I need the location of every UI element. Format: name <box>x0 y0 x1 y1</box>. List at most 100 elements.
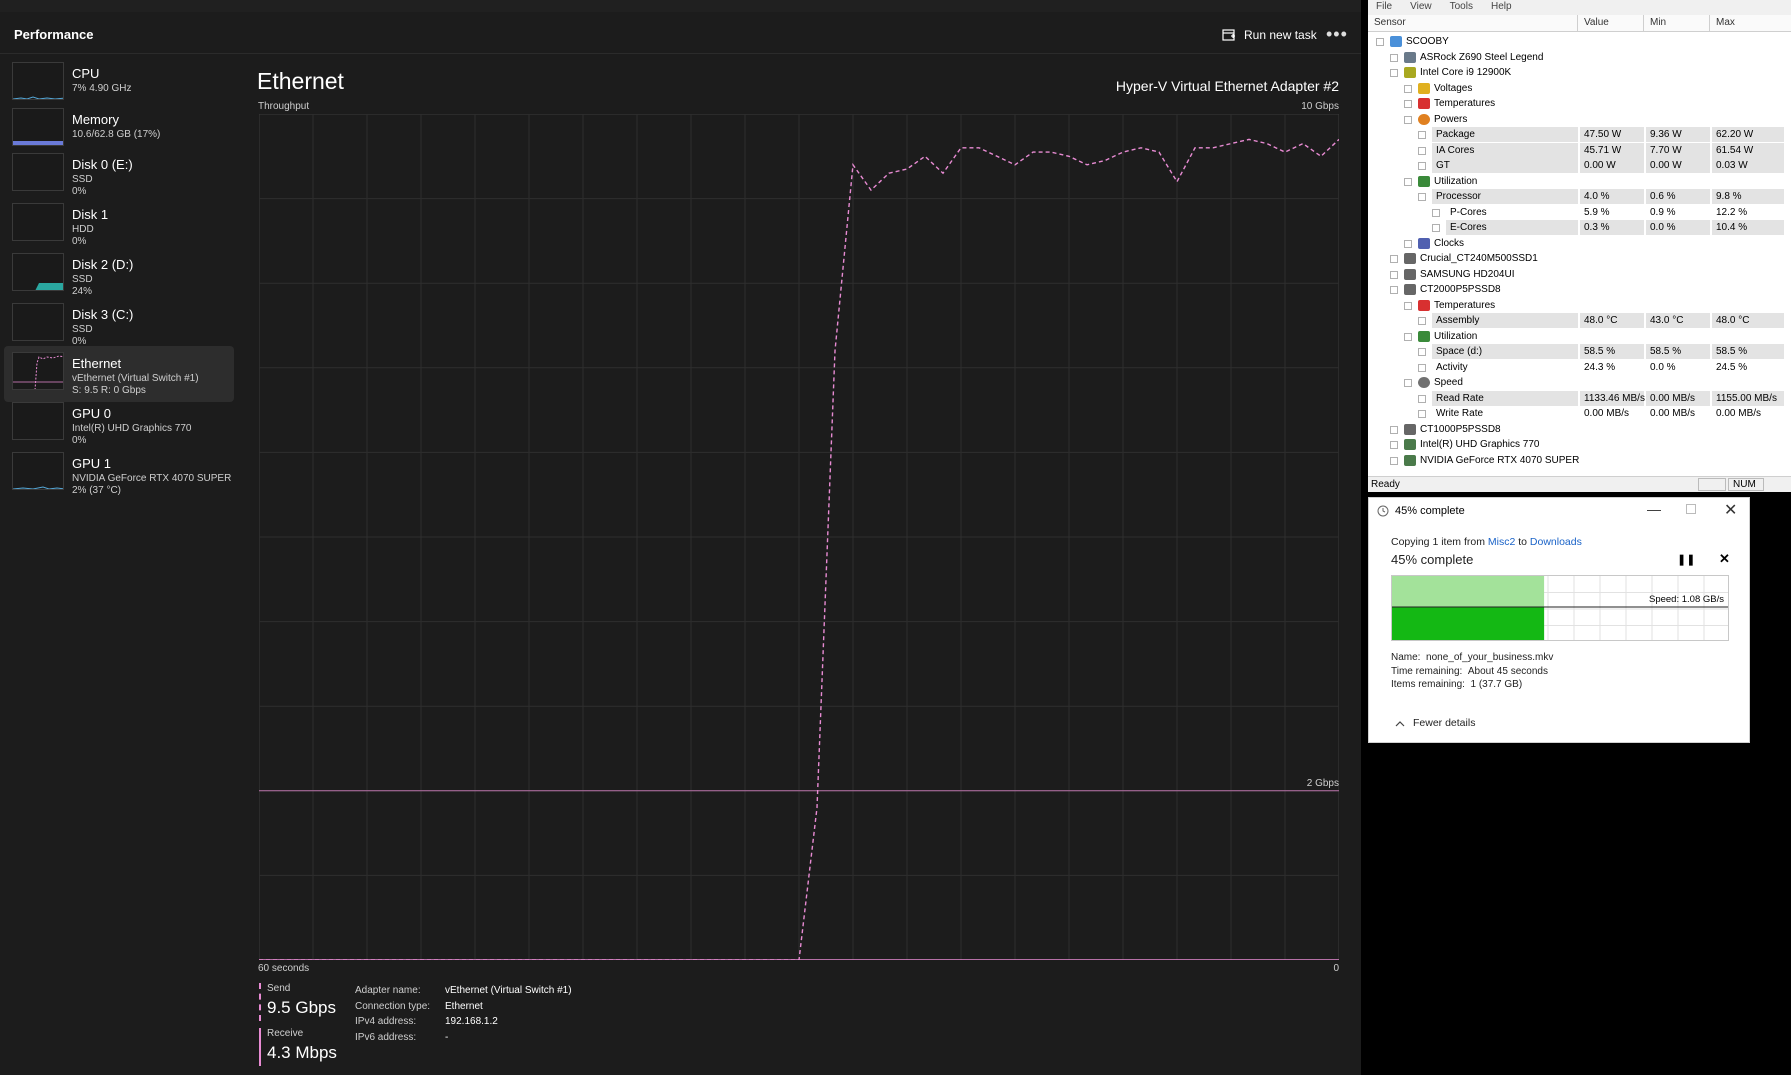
tree-expander[interactable] <box>1404 177 1412 186</box>
sensor-row[interactable]: Utilization <box>1368 329 1791 345</box>
fewer-details-button[interactable]: Fewer details <box>1395 717 1475 729</box>
sensor-v: 24.3 % <box>1584 361 1616 373</box>
close-button[interactable]: ✕ <box>1724 500 1737 520</box>
menu-tools[interactable]: Tools <box>1450 0 1473 15</box>
tree-expander[interactable] <box>1390 69 1398 77</box>
sidebar-item-disk-2-d[interactable]: Disk 2 (D:) SSD 24% <box>4 247 234 303</box>
run-new-task-button[interactable]: Run new task <box>1222 25 1317 45</box>
tree-expander[interactable] <box>1404 332 1412 341</box>
tree-expander[interactable] <box>1404 379 1412 387</box>
sensor-row[interactable]: CT2000P5PSSD8 <box>1368 282 1791 298</box>
tree-expander[interactable] <box>1418 162 1426 170</box>
sensor-row[interactable]: Write Rate 0.00 MB/s 0.00 MB/s 0.00 MB/s <box>1368 406 1791 422</box>
sidebar-item-detail: SSD <box>72 174 93 185</box>
copy-speed-graph: Speed: 1.08 GB/s <box>1391 575 1729 641</box>
sensor-max: 0.03 W <box>1712 158 1784 173</box>
sensor-row[interactable]: Assembly 48.0 °C 43.0 °C 48.0 °C <box>1368 313 1791 329</box>
sensor-row[interactable]: Speed <box>1368 375 1791 391</box>
tree-expander[interactable] <box>1432 208 1440 217</box>
sensor-label: P-Cores <box>1450 206 1487 218</box>
column-max[interactable]: Max <box>1710 15 1791 31</box>
tree-expander[interactable] <box>1390 255 1398 263</box>
sensor-min: 0.00 MB/s <box>1650 408 1696 419</box>
menu-help[interactable]: Help <box>1491 0 1512 15</box>
sensor-row[interactable]: SAMSUNG HD204UI <box>1368 267 1791 283</box>
tree-expander[interactable] <box>1418 317 1426 325</box>
more-options-button[interactable]: ••• <box>1326 24 1348 45</box>
tree-expander[interactable] <box>1418 410 1426 418</box>
column-sensor[interactable]: Sensor <box>1368 15 1578 31</box>
cancel-button[interactable]: ✕ <box>1719 551 1730 567</box>
sensor-row[interactable]: Intel Core i9 12900K <box>1368 65 1791 81</box>
sensor-row[interactable]: GT 0.00 W 0.00 W 0.03 W <box>1368 158 1791 174</box>
tree-expander[interactable] <box>1390 425 1398 434</box>
tree-expander[interactable] <box>1376 38 1384 46</box>
copy-speed-text: Speed: 1.08 GB/s <box>1649 594 1724 605</box>
sidebar-item-ethernet[interactable]: Ethernet vEthernet (Virtual Switch #1) S: … <box>4 346 234 402</box>
sensor-min: 0.6 % <box>1646 189 1710 204</box>
tree-expander[interactable] <box>1390 456 1398 465</box>
sensor-row[interactable]: Voltages <box>1368 81 1791 97</box>
sidebar-item-disk-3-c[interactable]: Disk 3 (C:) SSD 0% <box>4 297 234 353</box>
minimize-button[interactable]: — <box>1647 501 1661 517</box>
sensor-row[interactable]: Processor 4.0 % 0.6 % 9.8 % <box>1368 189 1791 205</box>
sensor-row[interactable]: Utilization <box>1368 174 1791 190</box>
tree-expander[interactable] <box>1418 146 1426 155</box>
sensor-row[interactable]: Intel(R) UHD Graphics 770 <box>1368 437 1791 453</box>
tree-expander[interactable] <box>1390 441 1398 449</box>
sidebar-item-value: 2% (37 °C) <box>72 485 122 496</box>
menu-file[interactable]: File <box>1376 0 1392 15</box>
sensor-row[interactable]: Read Rate 1133.46 MB/s 0.00 MB/s 1155.00 MB… <box>1368 390 1791 407</box>
tree-expander[interactable] <box>1418 348 1426 356</box>
sidebar-item-disk-0-e[interactable]: Disk 0 (E:) SSD 0% <box>4 147 234 203</box>
tree-expander[interactable] <box>1404 301 1412 310</box>
tree-expander[interactable] <box>1390 270 1398 279</box>
tree-expander[interactable] <box>1404 84 1412 93</box>
sensor-row[interactable]: ASRock Z690 Steel Legend <box>1368 50 1791 66</box>
sidebar-item-detail: 7% 4.90 GHz <box>72 83 132 94</box>
clock-icon <box>1418 237 1430 249</box>
menu-view[interactable]: View <box>1410 0 1432 15</box>
file-name-value: none_of_your_business.mkv <box>1426 652 1554 663</box>
tree-expander[interactable] <box>1418 131 1426 139</box>
tree-expander[interactable] <box>1418 363 1426 372</box>
chevron-up-icon <box>1395 720 1405 726</box>
tree-expander[interactable] <box>1404 115 1412 124</box>
sensor-row[interactable]: CT1000P5PSSD8 <box>1368 422 1791 438</box>
maximize-button[interactable] <box>1686 504 1696 514</box>
drive-icon <box>1404 423 1416 435</box>
sidebar-item-value: 0% <box>72 186 87 197</box>
sensor-row[interactable]: Clocks <box>1368 236 1791 252</box>
sensor-row[interactable]: Space (d:) 58.5 % 58.5 % 58.5 % <box>1368 344 1791 360</box>
destination-folder-link[interactable]: Downloads <box>1530 536 1582 548</box>
pause-button[interactable]: ❚❚ <box>1677 553 1695 566</box>
tree-expander[interactable] <box>1390 286 1398 294</box>
sensor-row[interactable]: Activity 24.3 % 0.0 % 24.5 % <box>1368 360 1791 376</box>
tree-expander[interactable] <box>1404 100 1412 108</box>
source-folder-link[interactable]: Misc2 <box>1488 536 1515 548</box>
detail-key: Adapter name: <box>355 985 421 996</box>
sensor-row[interactable]: Powers <box>1368 112 1791 128</box>
sensor-row[interactable]: Crucial_CT240M500SSD1 <box>1368 251 1791 267</box>
sidebar-item-gpu-0[interactable]: GPU 0 Intel(R) UHD Graphics 770 0% <box>4 396 234 452</box>
sensor-row[interactable]: Temperatures <box>1368 298 1791 314</box>
sensor-row[interactable]: E-Cores 0.3 % 0.0 % 10.4 % <box>1368 220 1791 236</box>
sidebar-item-gpu-1[interactable]: GPU 1 NVIDIA GeForce RTX 4070 SUPER 2% (37… <box>4 446 234 502</box>
sensor-row[interactable]: Temperatures <box>1368 96 1791 112</box>
sensor-row[interactable]: NVIDIA GeForce RTX 4070 SUPER <box>1368 453 1791 469</box>
sensor-row[interactable]: P-Cores 5.9 % 0.9 % 12.2 % <box>1368 205 1791 221</box>
fewer-details-label: Fewer details <box>1413 717 1476 729</box>
sensor-row[interactable]: Package 47.50 W 9.36 W 62.20 W <box>1368 127 1791 143</box>
tree-expander[interactable] <box>1404 239 1412 248</box>
thermometer-icon <box>1418 98 1430 109</box>
sensor-row[interactable]: SCOOBY <box>1368 34 1791 50</box>
tree-expander[interactable] <box>1418 193 1426 201</box>
tree-expander[interactable] <box>1390 53 1398 62</box>
sidebar-item-value: 0% <box>72 236 87 247</box>
column-min[interactable]: Min <box>1644 15 1710 31</box>
column-value[interactable]: Value <box>1578 15 1644 31</box>
sidebar-item-disk-1[interactable]: Disk 1 HDD 0% <box>4 197 234 253</box>
tree-expander[interactable] <box>1418 394 1426 403</box>
tree-expander[interactable] <box>1432 224 1440 232</box>
sensor-row[interactable]: IA Cores 45.71 W 7.70 W 61.54 W <box>1368 142 1791 159</box>
